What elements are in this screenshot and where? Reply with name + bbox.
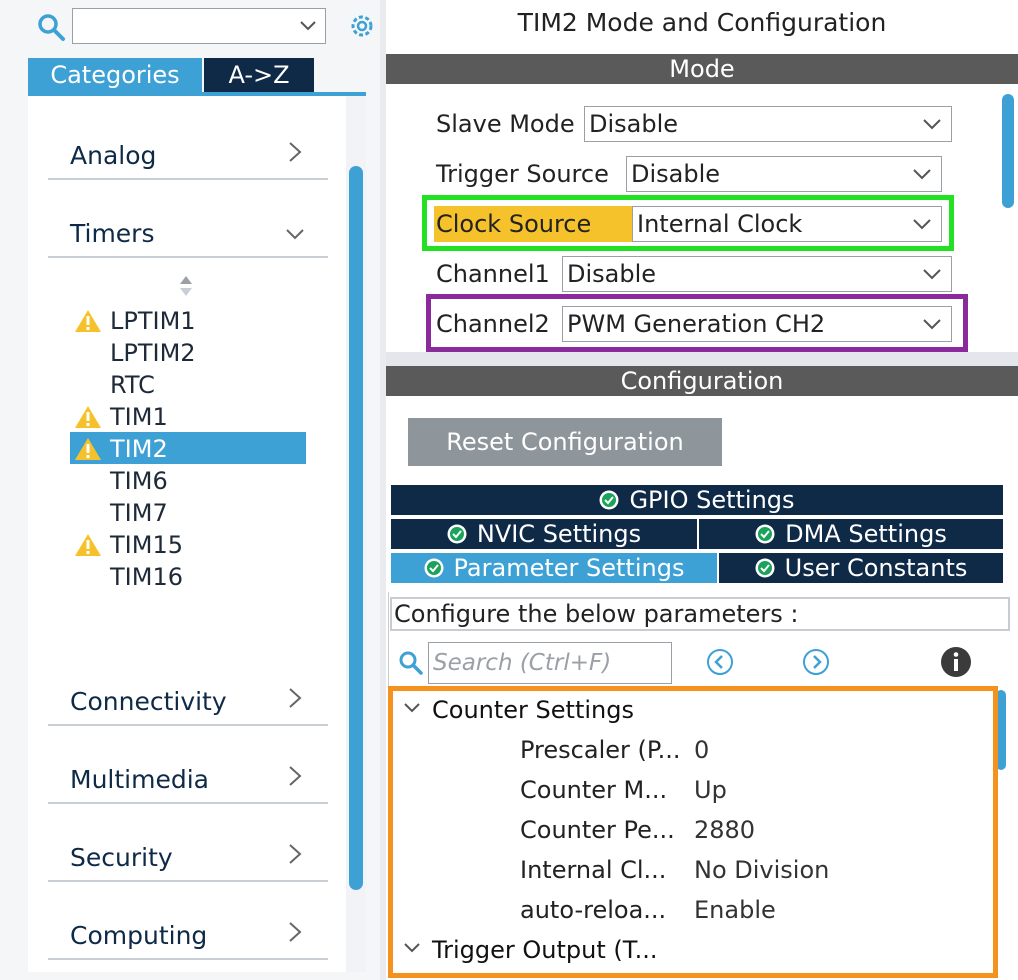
check-circle-icon <box>424 558 444 578</box>
category-label: Analog <box>70 141 157 170</box>
chevron-right-icon <box>289 844 302 864</box>
timer-item-rtc[interactable]: RTC <box>110 370 155 400</box>
mode-scrollbar-thumb[interactable] <box>1002 94 1014 208</box>
tab-gpio-settings[interactable]: GPIO Settings <box>390 484 1004 516</box>
category-multimedia[interactable]: Multimedia <box>48 750 328 804</box>
tab-a-z[interactable]: A->Z <box>204 58 314 92</box>
info-icon[interactable] <box>940 646 972 678</box>
chevron-down-icon <box>923 269 941 280</box>
sort-icon[interactable] <box>178 274 194 298</box>
tab-parameter-settings[interactable]: Parameter Settings <box>390 552 718 584</box>
configure-hint: Configure the below parameters : <box>390 597 1010 631</box>
chevron-down-icon <box>913 169 931 180</box>
check-circle-icon <box>599 490 619 510</box>
search-icon[interactable] <box>36 12 68 44</box>
category-label: Timers <box>70 219 155 248</box>
check-circle-icon <box>755 558 775 578</box>
tab-dma-settings[interactable]: DMA Settings <box>698 518 1004 550</box>
timer-item-tim6[interactable]: TIM6 <box>110 466 168 496</box>
clock-source-highlight-box <box>422 195 954 251</box>
tab-label: NVIC Settings <box>476 520 642 548</box>
next-icon[interactable] <box>802 648 830 676</box>
reset-configuration-button[interactable]: Reset Configuration <box>408 418 722 466</box>
slave-mode-label: Slave Mode <box>436 110 575 138</box>
chevron-right-icon <box>289 766 302 786</box>
category-security[interactable]: Security <box>48 828 328 882</box>
channel1-value: Disable <box>567 260 657 288</box>
timer-item-tim7[interactable]: TIM7 <box>110 498 168 528</box>
tab-label: User Constants <box>784 554 968 582</box>
mode-header: Mode <box>386 54 1018 84</box>
category-label: Connectivity <box>70 687 227 716</box>
category-label: Computing <box>70 921 208 950</box>
timer-item-tim1[interactable]: TIM1 <box>110 402 168 432</box>
chevron-right-icon <box>289 142 302 162</box>
chevron-down-icon <box>923 119 941 130</box>
category-label: Security <box>70 843 173 872</box>
panel-splitter[interactable] <box>386 352 1018 366</box>
channel1-label: Channel1 <box>436 260 550 288</box>
category-computing[interactable]: Computing <box>48 906 328 960</box>
timer-item-lptim1[interactable]: LPTIM1 <box>110 306 196 336</box>
trigger-source-label: Trigger Source <box>436 160 609 188</box>
chevron-down-icon <box>286 229 304 240</box>
category-label: Multimedia <box>70 765 209 794</box>
slave-mode-value: Disable <box>589 110 679 138</box>
tab-label: GPIO Settings <box>629 486 795 514</box>
tab-user-constants[interactable]: User Constants <box>718 552 1004 584</box>
search-combo[interactable] <box>72 8 326 44</box>
selected-row-highlight <box>70 432 306 464</box>
timer-item-tim16[interactable]: TIM16 <box>110 562 183 592</box>
gear-icon[interactable] <box>346 10 376 42</box>
timer-item-tim15[interactable]: TIM15 <box>110 530 183 560</box>
warning-icon <box>75 406 101 428</box>
parameter-search-input[interactable]: Search (Ctrl+F) <box>428 642 672 684</box>
chevron-right-icon <box>289 922 302 942</box>
category-connectivity[interactable]: Connectivity <box>48 672 328 726</box>
chevron-down-icon <box>300 21 316 31</box>
trigger-source-select[interactable]: Disable <box>626 156 942 192</box>
tab-label: Parameter Settings <box>453 554 685 582</box>
channel1-select[interactable]: Disable <box>562 256 952 292</box>
category-timers[interactable]: Timers <box>48 204 328 258</box>
trigger-source-value: Disable <box>631 160 721 188</box>
search-icon <box>399 651 423 675</box>
tab-categories[interactable]: Categories <box>28 58 202 92</box>
check-circle-icon <box>755 524 775 544</box>
warning-icon <box>75 310 101 332</box>
tab-label: DMA Settings <box>785 520 947 548</box>
channel2-highlight-box <box>426 294 968 352</box>
slave-mode-select[interactable]: Disable <box>584 106 952 142</box>
timer-item-lptim2[interactable]: LPTIM2 <box>110 338 196 368</box>
warning-icon <box>75 534 101 556</box>
configuration-header: Configuration <box>386 366 1018 396</box>
warning-icon <box>75 438 101 460</box>
previous-icon[interactable] <box>706 648 734 676</box>
category-analog[interactable]: Analog <box>48 126 328 180</box>
page-title: TIM2 Mode and Configuration <box>517 8 887 37</box>
chevron-right-icon <box>289 688 302 708</box>
check-circle-icon <box>447 524 467 544</box>
left-scrollbar-thumb[interactable] <box>349 166 363 890</box>
counter-settings-highlight-box <box>388 686 998 978</box>
tab-nvic-settings[interactable]: NVIC Settings <box>390 518 698 550</box>
timer-item-tim2[interactable]: TIM2 <box>110 434 168 464</box>
